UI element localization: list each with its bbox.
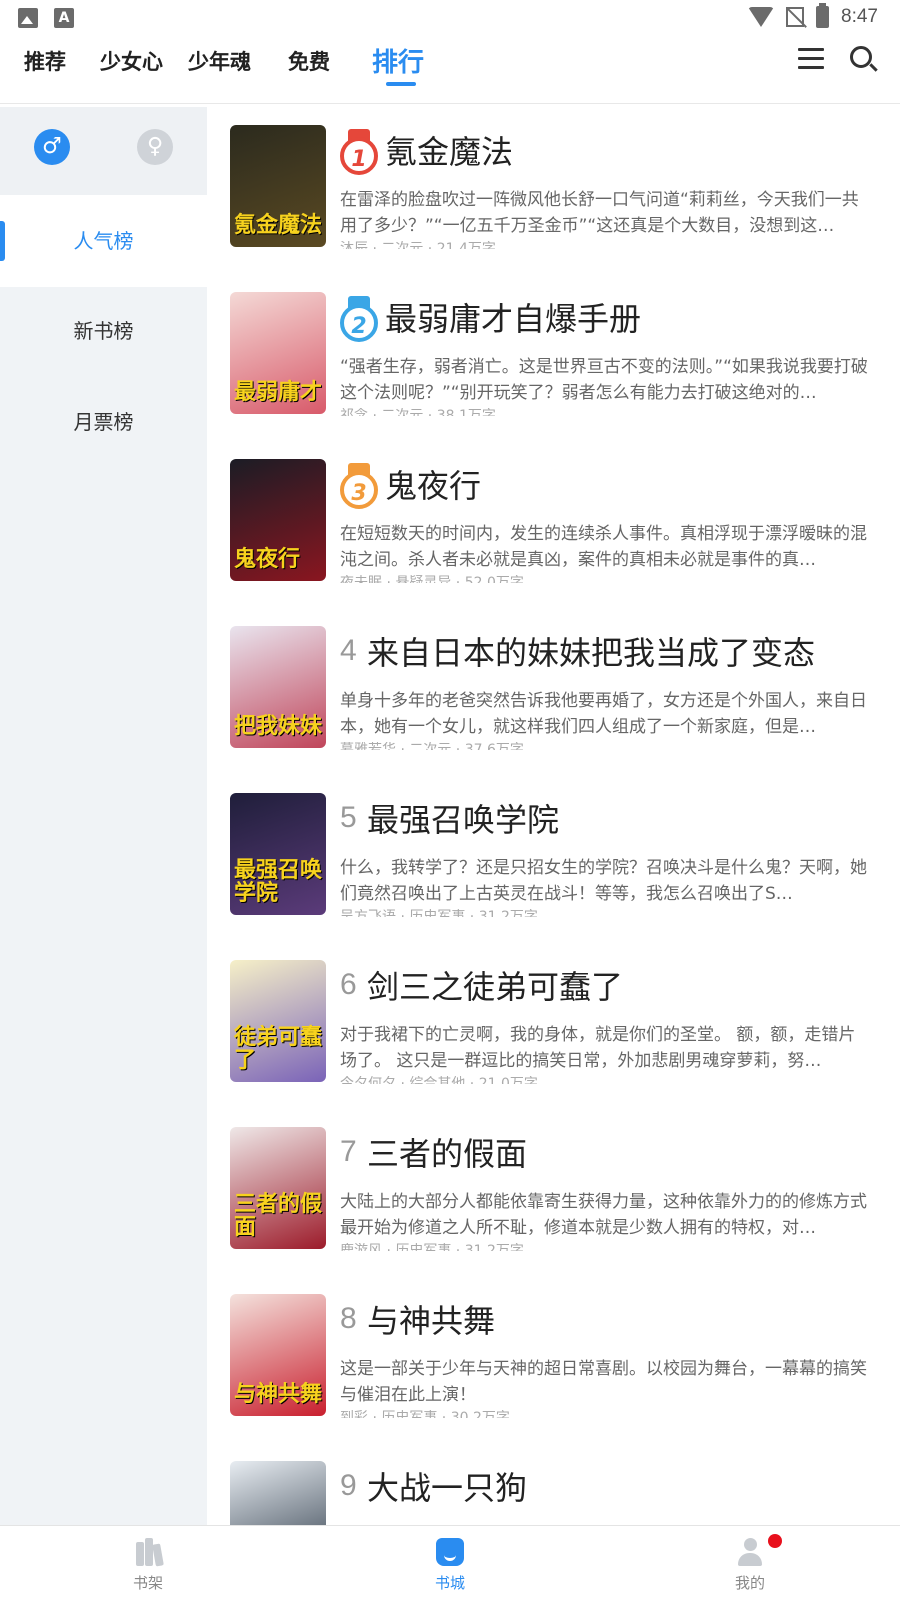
rank-number: 7: [340, 1135, 357, 1168]
book-item[interactable]: 9大战一只狗周依兮转学不到一个月，就被人勒索打架，虽然一挑五打赢了，但…: [207, 1443, 900, 1525]
status-bar: A 8:47: [0, 0, 900, 36]
battery-icon: [816, 3, 830, 28]
book-meta: 夜未眠 · 悬疑灵异 · 52.0万字: [340, 575, 524, 583]
cover-title-text: 三者的假面: [234, 1191, 323, 1240]
book-item[interactable]: 最强召唤学院 5 最强召唤学院 什么，我转学了？还是只招女生的学院？召唤决斗是什么鬼？…: [207, 775, 900, 942]
profile-icon: [736, 1538, 764, 1566]
bookstore-icon: [436, 1538, 464, 1566]
book-meta: 沐辰 · 二次元 · 21.4万字: [340, 241, 496, 249]
book-cover[interactable]: 鬼夜行: [230, 459, 326, 581]
rank-medal-icon: 1: [340, 129, 378, 175]
tab-girls[interactable]: 少女心: [100, 46, 163, 76]
nav-bookstore[interactable]: 书城: [390, 1526, 510, 1600]
cover-title-text: 最弱庸才: [234, 379, 323, 405]
sidebar-active-marker: [0, 221, 5, 261]
book-item[interactable]: 鬼夜行 3 鬼夜行 在短短数天的时间内，发生的连续杀人事件。真相浮现于漂浮暧昧的混沌之…: [207, 441, 900, 608]
book-description: 在雷泽的脸盘吹过一阵微风他长舒一口气问道“莉莉丝，今天我们一共用了多少？”“一亿…: [340, 190, 859, 236]
book-cover[interactable]: 徒弟可蠢了: [230, 960, 326, 1082]
book-meta: 到彩 · 历史军事 · 30.2万字: [340, 1410, 510, 1418]
search-icon[interactable]: [850, 46, 878, 74]
tab-free[interactable]: 免费: [288, 46, 330, 76]
book-cover[interactable]: 最弱庸才: [230, 292, 326, 414]
rank-number: 6: [340, 968, 357, 1001]
menu-icon[interactable]: [798, 48, 824, 70]
rank-number: 5: [340, 801, 357, 834]
book-title[interactable]: 大战一只狗: [367, 1463, 527, 1509]
tab-recommend[interactable]: 推荐: [24, 46, 66, 76]
sidebar-item-popular[interactable]: 人气榜: [0, 195, 207, 287]
book-description: 单身十多年的老爸突然告诉我他要再婚了，女方还是个外国人，来自日本，她有一个女儿，…: [340, 691, 867, 737]
nav-bookshelf[interactable]: 书架: [88, 1526, 208, 1600]
book-list: 氪金魔法 1 氪金魔法 在雷泽的脸盘吹过一阵微风他长舒一口气问道“莉莉丝，今天我们一共…: [207, 107, 900, 1525]
book-description: 大陆上的大部分人都能依靠寄生获得力量，这种依靠外力的的修炼方式最开始为修道之人所…: [340, 1192, 867, 1238]
nav-profile[interactable]: 我的: [690, 1526, 810, 1600]
book-description: 对于我裙下的亡灵啊，我的身体，就是你们的圣堂。 额，额，走错片场了。 这只是一群…: [340, 1025, 856, 1071]
cover-title-text: 把我妹妹: [234, 713, 323, 739]
book-cover[interactable]: 氪金魔法: [230, 125, 326, 247]
book-item[interactable]: 最弱庸才 2 最弱庸才自爆手册 “强者生存，弱者消亡。这是世界亘古不变的法则。”“如果…: [207, 274, 900, 441]
ranking-sidebar: ♂ ♀ 人气榜 新书榜 月票榜: [0, 107, 207, 1525]
book-title[interactable]: 剑三之徒弟可蠢了: [367, 962, 623, 1008]
book-meta: 祁念 · 二次元 · 38.1万字: [340, 408, 496, 416]
book-title[interactable]: 鬼夜行: [385, 461, 481, 507]
font-icon: A: [54, 8, 74, 28]
rank-medal-icon: 2: [340, 296, 378, 342]
book-meta: 吴方飞语 · 历史军事 · 31.2万字: [340, 909, 538, 917]
tab-boys[interactable]: 少年魂: [188, 46, 251, 76]
bookshelf-icon: [134, 1538, 164, 1567]
book-cover[interactable]: [230, 1461, 326, 1525]
cover-title-text: 鬼夜行: [234, 546, 301, 572]
cover-title-text: 最强召唤学院: [234, 857, 323, 906]
book-item[interactable]: 与神共舞 8 与神共舞 这是一部关于少年与天神的超日常喜剧。以校园为舞台，一幕幕的搞笑…: [207, 1276, 900, 1443]
book-cover[interactable]: 最强召唤学院: [230, 793, 326, 915]
wifi-icon: [748, 7, 775, 27]
notification-dot: [768, 1534, 782, 1548]
book-title[interactable]: 最弱庸才自爆手册: [385, 294, 641, 340]
book-meta: 今夕何夕 · 综合其他 · 21.0万字: [340, 1076, 538, 1084]
active-tab-indicator: [386, 82, 416, 86]
book-description: 什么，我转学了？还是只招女生的学院？召唤决斗是什么鬼？天啊，她们竟然召唤出了上古…: [340, 858, 867, 904]
book-title[interactable]: 来自日本的妹妹把我当成了变态: [367, 628, 815, 674]
book-cover[interactable]: 与神共舞: [230, 1294, 326, 1416]
book-meta: 慕雅若华 · 二次元 · 37.6万字: [340, 742, 524, 750]
book-title[interactable]: 氪金魔法: [385, 127, 513, 173]
sidebar-item-new[interactable]: 新书榜: [0, 285, 207, 377]
book-title[interactable]: 与神共舞: [367, 1296, 495, 1342]
book-item[interactable]: 三者的假面 7 三者的假面 大陆上的大部分人都能依靠寄生获得力量，这种依靠外力的的修炼…: [207, 1109, 900, 1276]
book-meta: 鹿游风 · 历史军事 · 31.2万字: [340, 1243, 524, 1251]
male-icon[interactable]: ♂: [34, 129, 70, 165]
rank-number: 8: [340, 1302, 357, 1335]
top-tab-bar: 推荐 少女心 少年魂 免费 排行: [0, 36, 900, 104]
clock: 8:47: [841, 6, 878, 27]
book-description: 在短短数天的时间内，发生的连续杀人事件。真相浮现于漂浮暧昧的混沌之间。杀人者未必…: [340, 524, 867, 570]
book-item[interactable]: 徒弟可蠢了 6 剑三之徒弟可蠢了对于我裙下的亡灵啊，我的身体，就是你们的圣堂。 额，…: [207, 942, 900, 1109]
sidebar-item-monthly[interactable]: 月票榜: [0, 376, 207, 468]
no-sim-icon: [786, 7, 805, 27]
gender-switch: ♂ ♀: [0, 107, 207, 195]
book-description: “强者生存，弱者消亡。这是世界亘古不变的法则。”“如果我说我要打破这个法则呢？”…: [340, 357, 868, 403]
rank-medal-icon: 3: [340, 463, 378, 509]
cover-title-text: 徒弟可蠢了: [234, 1024, 323, 1073]
book-title[interactable]: 三者的假面: [367, 1129, 527, 1175]
book-description: 这是一部关于少年与天神的超日常喜剧。以校园为舞台，一幕幕的搞笑与催泪在此上演！: [340, 1359, 867, 1405]
tab-ranking[interactable]: 排行: [372, 42, 424, 79]
book-cover[interactable]: 三者的假面: [230, 1127, 326, 1249]
rank-number: 9: [340, 1469, 357, 1502]
bottom-nav: 书架 书城 我的: [0, 1525, 900, 1600]
gallery-icon: [18, 8, 38, 28]
book-cover[interactable]: 把我妹妹: [230, 626, 326, 748]
female-icon[interactable]: ♀: [137, 129, 173, 165]
nav-bookstore-label: 书城: [434, 1574, 465, 1592]
nav-profile-label: 我的: [734, 1574, 765, 1592]
book-title[interactable]: 最强召唤学院: [367, 795, 559, 841]
cover-title-text: 氪金魔法: [234, 212, 323, 238]
cover-title-text: 与神共舞: [234, 1381, 323, 1407]
rank-number: 4: [340, 634, 357, 667]
book-item[interactable]: 氪金魔法 1 氪金魔法 在雷泽的脸盘吹过一阵微风他长舒一口气问道“莉莉丝，今天我们一共…: [207, 107, 900, 274]
nav-bookshelf-label: 书架: [132, 1574, 163, 1592]
book-item[interactable]: 把我妹妹 4 来自日本的妹妹把我当成了变态单身十多年的老爸突然告诉我他要再婚了，女方…: [207, 608, 900, 775]
